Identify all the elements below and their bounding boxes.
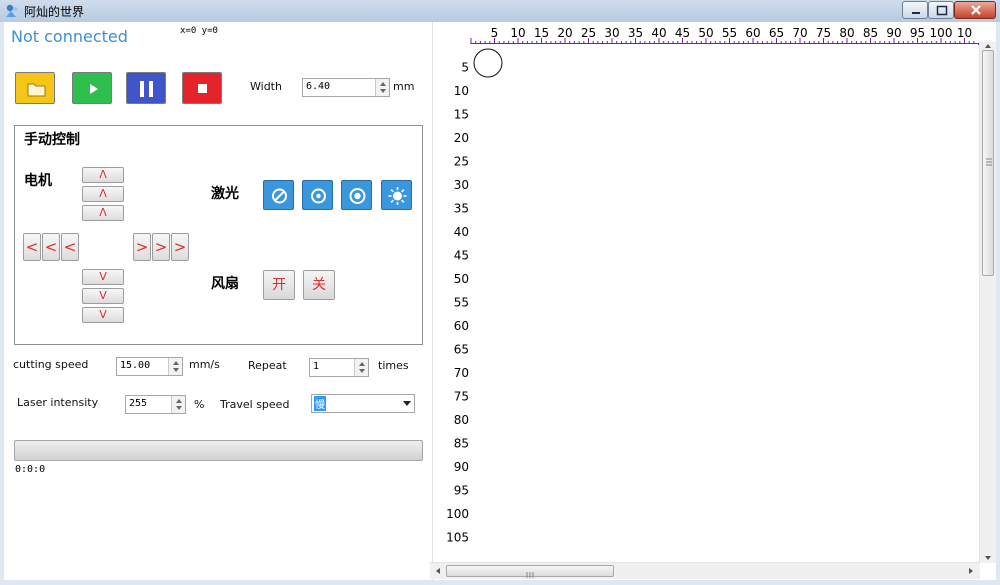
left-ruler-label: 15 [454,108,469,122]
left-ruler-label: 55 [454,296,469,310]
scroll-up-icon [985,44,991,48]
top-ruler-label: 100 [930,26,953,40]
scroll-left-icon [436,568,440,574]
top-ruler-label: 35 [628,26,643,40]
top-ruler-label: 95 [910,26,925,40]
horizontal-scroll-thumb[interactable] [446,565,614,578]
maximize-icon [936,5,948,16]
top-ruler-label: 60 [745,26,760,40]
top-ruler-label: 90 [886,26,901,40]
top-ruler-label: 50 [698,26,713,40]
left-ruler-label: 105 [446,531,469,545]
maximize-button[interactable] [928,1,954,19]
left-ruler-label: 40 [454,225,469,239]
left-ruler-label: 50 [454,272,469,286]
top-ruler-label: 45 [675,26,690,40]
top-ruler: 5 10 15 20 25 30 35 40 45 50 55 60 65 70 75 80 85 90 95 100… [470,26,979,45]
top-ruler-label: 65 [769,26,784,40]
left-ruler-label: 95 [454,484,469,498]
title-bar-background-text [150,4,550,16]
left-ruler-label: 85 [454,437,469,451]
close-button[interactable] [954,1,996,19]
top-ruler-label: 20 [557,26,572,40]
top-ruler-label: 25 [581,26,596,40]
left-ruler-label: 60 [454,319,469,333]
client-area: Not connected x=0 y=0 Width 6.40 mm 手动控制… [4,22,996,580]
top-ruler-label: 5 [491,26,499,40]
left-ruler-label: 35 [454,202,469,216]
left-ruler-label: 70 [454,366,469,380]
left-ruler-label: 75 [454,390,469,404]
left-ruler-label: 25 [454,155,469,169]
grip-icon [986,158,992,166]
top-ruler-label: 10 [510,26,525,40]
app-window: 阿灿的世界 Not connected x=0 y=0 Width 6.40 m… [0,0,1000,584]
left-ruler-label: 10 [454,84,469,98]
left-ruler-label: 100 [446,507,469,521]
top-ruler-label: 30 [604,26,619,40]
top-ruler-label: 85 [863,26,878,40]
window-title: 阿灿的世界 [24,5,85,19]
vertical-scrollbar[interactable] [979,42,996,563]
left-ruler-label: 65 [454,343,469,357]
top-ruler-label: 15 [534,26,549,40]
vertical-scroll-thumb[interactable] [982,50,994,276]
work-canvas[interactable] [470,44,978,562]
window-frame-bottom [0,580,1000,584]
laser-head-marker [473,48,503,78]
left-ruler-label: 45 [454,249,469,263]
minimize-button[interactable] [902,1,928,19]
scroll-right-icon [969,568,973,574]
top-ruler-label: 70 [792,26,807,40]
top-ruler-label: 75 [816,26,831,40]
left-ruler-label: 20 [454,131,469,145]
top-ruler-label: 55 [722,26,737,40]
scroll-down-icon [985,556,991,560]
top-ruler-label: 40 [651,26,666,40]
top-ruler-label: 10 [957,26,972,40]
left-ruler-label: 30 [454,178,469,192]
horizontal-scrollbar[interactable] [430,562,980,579]
close-icon [971,5,981,15]
left-ruler-label: 90 [454,460,469,474]
app-icon [6,4,18,17]
minimize-icon [912,12,920,14]
top-ruler-label: 80 [839,26,854,40]
title-bar: 阿灿的世界 [0,0,1000,22]
left-ruler-label: 80 [454,413,469,427]
left-ruler-label: 5 [461,61,469,75]
